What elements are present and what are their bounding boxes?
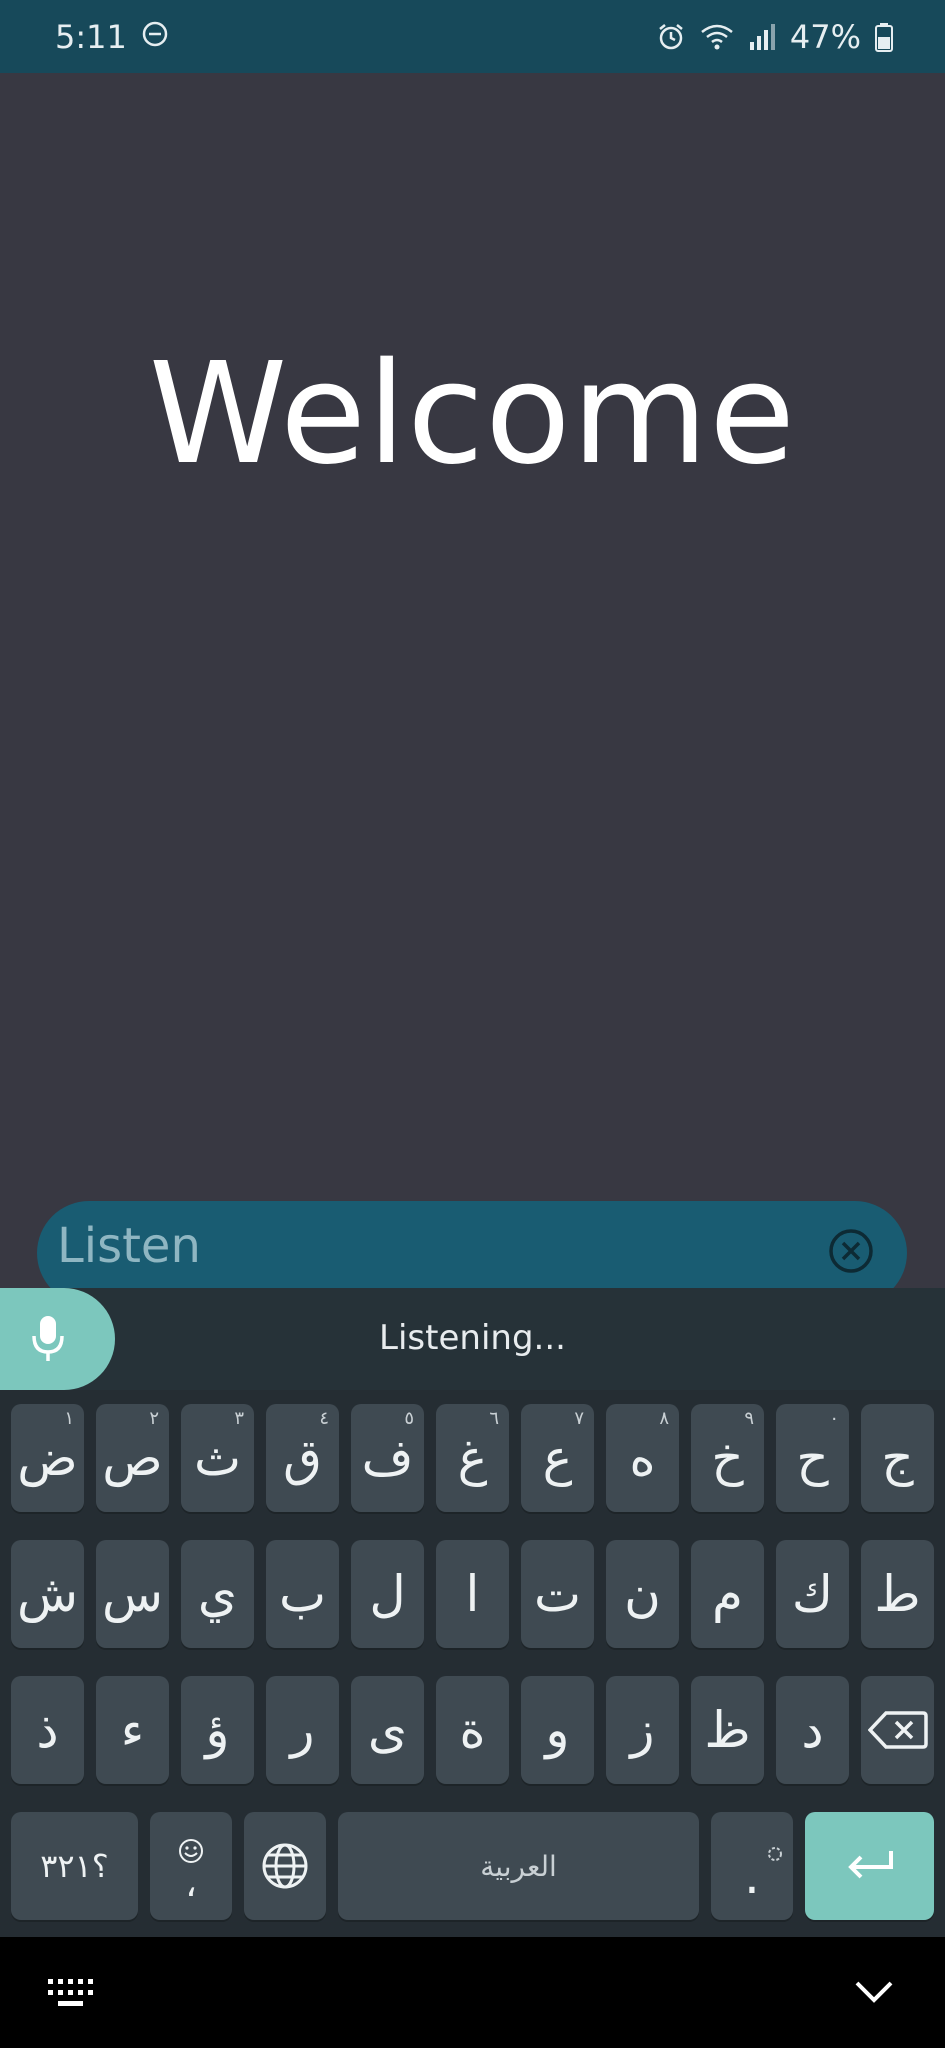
key[interactable]: غ٦ — [436, 1404, 509, 1512]
battery-icon — [875, 22, 893, 52]
status-bar: 5:11 47% — [0, 0, 945, 73]
key[interactable]: ش — [11, 1540, 84, 1648]
navigation-bar — [0, 1937, 945, 2048]
key[interactable]: ر — [266, 1676, 339, 1784]
key[interactable]: ا — [436, 1540, 509, 1648]
key[interactable]: م — [691, 1540, 764, 1648]
key[interactable]: د — [776, 1676, 849, 1784]
period-key[interactable]: . — [711, 1812, 793, 1920]
key[interactable]: ب — [266, 1540, 339, 1648]
welcome-title: Welcome — [148, 333, 797, 496]
space-key[interactable]: العربية — [338, 1812, 699, 1920]
key[interactable]: ص٢ — [96, 1404, 169, 1512]
key[interactable]: ح٠ — [776, 1404, 849, 1512]
key[interactable]: و — [521, 1676, 594, 1784]
keyboard: Listening... ض١ ص٢ ث٣ ق٤ ف٥ غ٦ ع٧ ه٨ خ٩ … — [0, 1288, 945, 1937]
clear-icon[interactable] — [827, 1227, 875, 1275]
enter-key[interactable] — [805, 1812, 934, 1920]
key[interactable]: ز — [606, 1676, 679, 1784]
battery-percent: 47% — [789, 17, 861, 56]
key[interactable]: ط — [861, 1540, 934, 1648]
key[interactable]: ن — [606, 1540, 679, 1648]
key[interactable]: ث٣ — [181, 1404, 254, 1512]
key[interactable]: ء — [96, 1676, 169, 1784]
key[interactable]: ف٥ — [351, 1404, 424, 1512]
key[interactable]: ع٧ — [521, 1404, 594, 1512]
enter-arrow-icon — [847, 1851, 893, 1879]
signal-icon — [748, 22, 776, 52]
hide-keyboard-chevron-icon[interactable] — [854, 1979, 894, 2009]
wifi-icon — [700, 22, 734, 52]
dnd-icon — [141, 18, 169, 56]
key[interactable]: ة — [436, 1676, 509, 1784]
key[interactable]: ك — [776, 1540, 849, 1648]
key[interactable]: ت — [521, 1540, 594, 1648]
comma-key[interactable]: ، — [150, 1812, 232, 1920]
key[interactable]: ي — [181, 1540, 254, 1648]
key[interactable]: ؤ — [181, 1676, 254, 1784]
app-screen: Welcome — [0, 73, 945, 1288]
key[interactable]: ظ — [691, 1676, 764, 1784]
listening-status: Listening... — [379, 1318, 566, 1358]
key[interactable]: ض١ — [11, 1404, 84, 1512]
settings-gear-icon — [765, 1818, 785, 1876]
key[interactable]: س — [96, 1540, 169, 1648]
backspace-icon — [867, 1711, 928, 1749]
symbols-key[interactable]: ؟٣٢١ — [11, 1812, 138, 1920]
globe-icon — [262, 1843, 308, 1889]
emoji-icon — [150, 1818, 232, 1876]
alarm-icon — [656, 22, 686, 52]
voice-input-bar: Listening... — [0, 1288, 945, 1390]
backspace-key[interactable] — [861, 1676, 934, 1784]
key[interactable]: ل — [351, 1540, 424, 1648]
status-time: 5:11 — [55, 17, 127, 56]
keyboard-switch-icon[interactable] — [48, 1979, 94, 2011]
key[interactable]: ه٨ — [606, 1404, 679, 1512]
key[interactable]: ج — [861, 1404, 934, 1512]
key[interactable]: ذ — [11, 1676, 84, 1784]
key[interactable]: ق٤ — [266, 1404, 339, 1512]
search-input[interactable] — [55, 1215, 839, 1277]
key[interactable]: ى — [351, 1676, 424, 1784]
language-key[interactable] — [244, 1812, 326, 1920]
key[interactable]: خ٩ — [691, 1404, 764, 1512]
